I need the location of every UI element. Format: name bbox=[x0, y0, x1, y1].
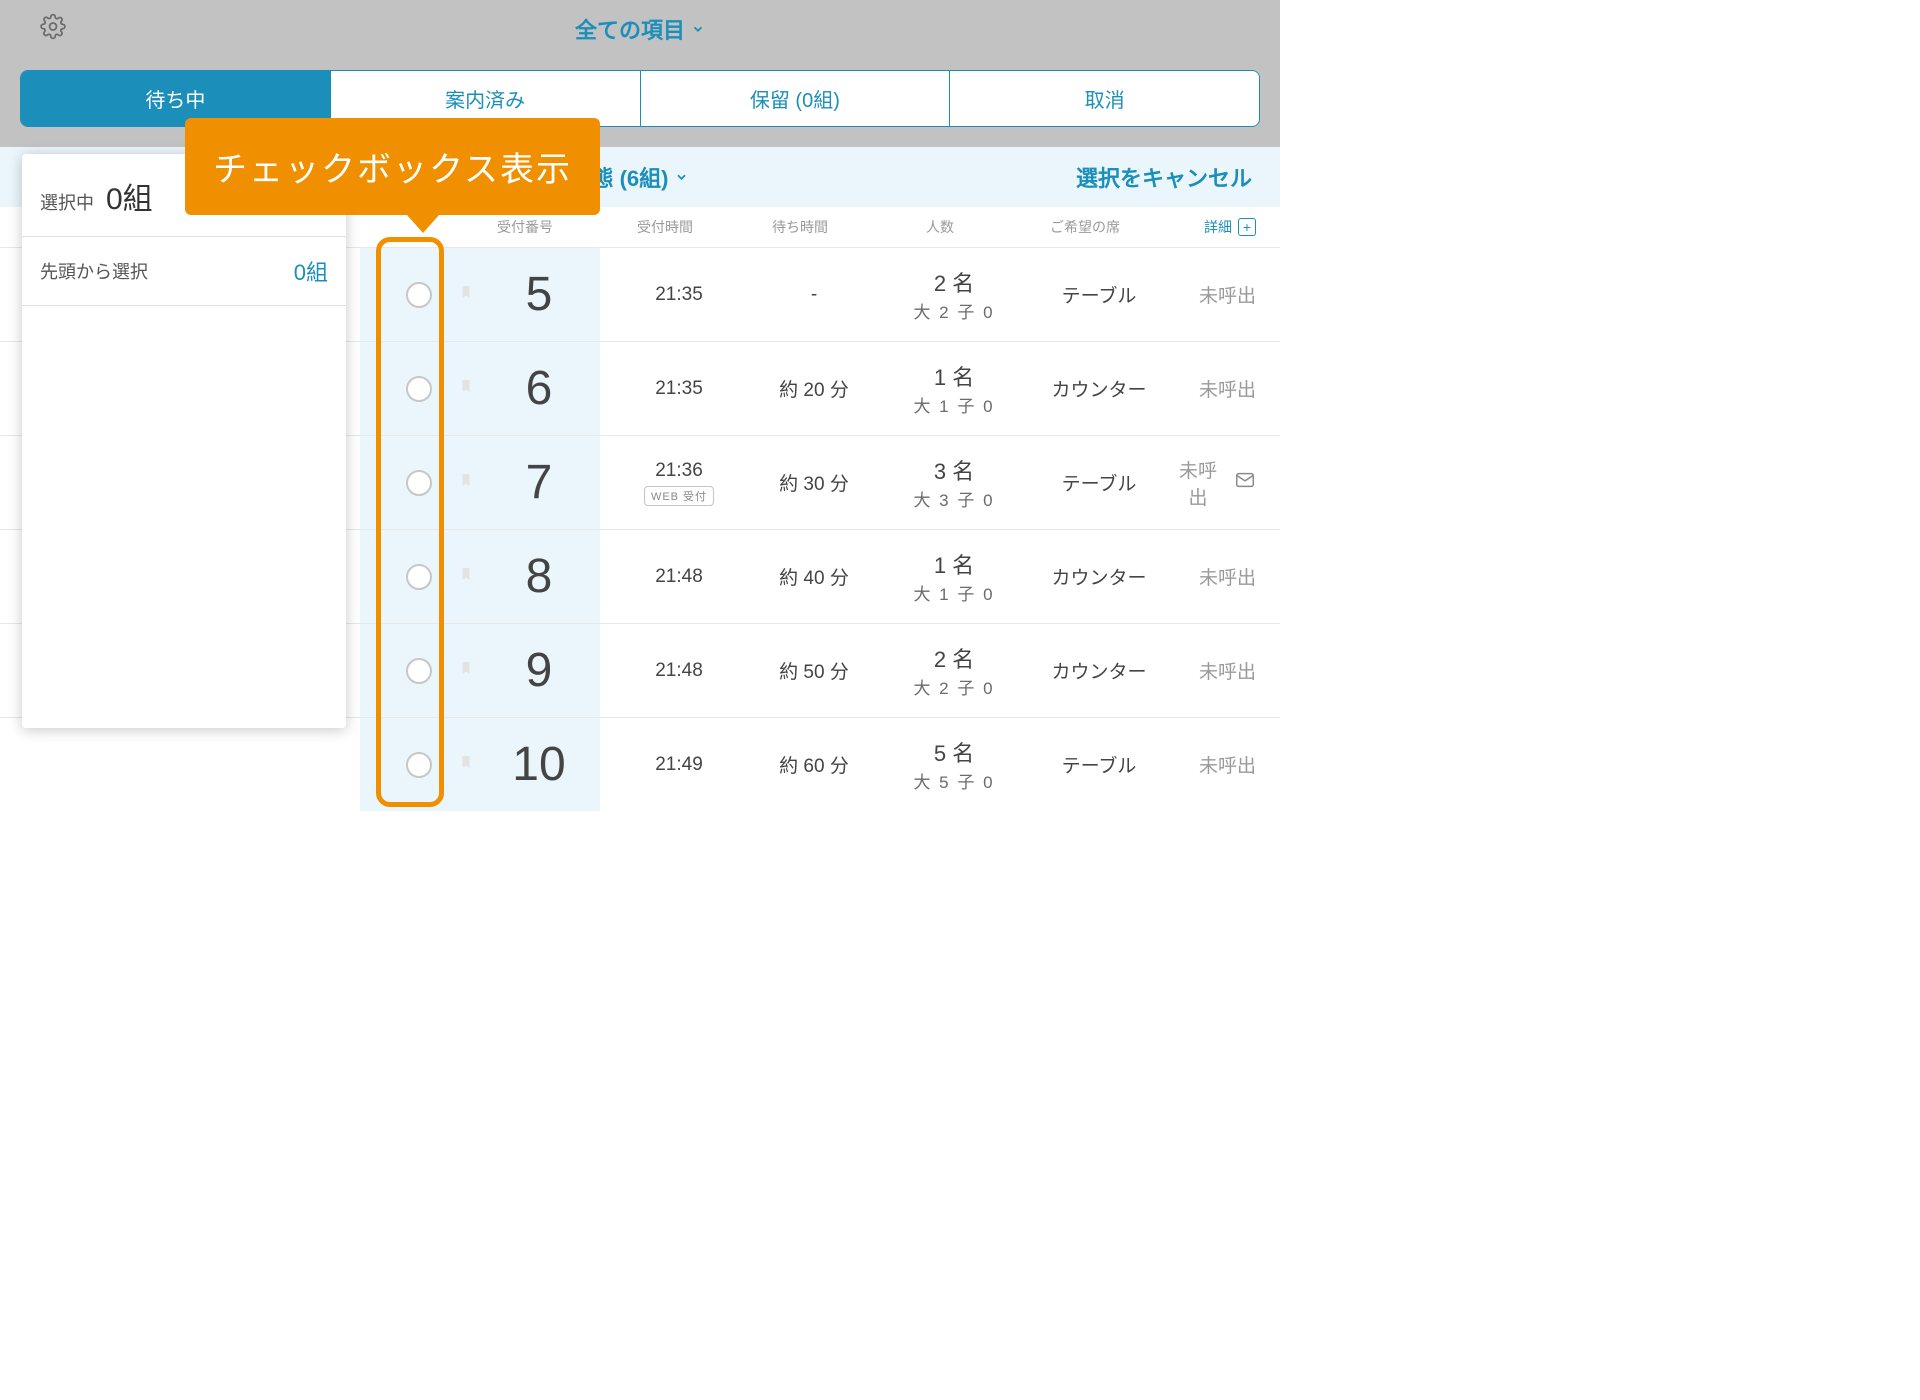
cancel-selection-button[interactable]: 選択をキャンセル bbox=[1076, 161, 1252, 193]
col-time-header: 受付時間 bbox=[600, 217, 730, 237]
select-from-top-label: 先頭から選択 bbox=[40, 258, 148, 284]
web-badge: WEB 受付 bbox=[644, 486, 714, 506]
receipt-time: 21:48 bbox=[614, 660, 744, 682]
party-breakdown: 大 5 子 0 bbox=[884, 768, 1024, 793]
status-filter-dropdown[interactable]: 態 (6組) bbox=[591, 161, 688, 193]
callout-text: チェックボックス表示 bbox=[213, 151, 572, 189]
receipt-number: 7 bbox=[526, 456, 553, 509]
wait-time: 約 50 分 bbox=[744, 657, 884, 684]
top-bar: 全ての項目 bbox=[0, 0, 1280, 58]
party-breakdown: 大 1 子 0 bbox=[884, 392, 1024, 417]
row-checkbox[interactable] bbox=[406, 752, 432, 778]
party-size: 2 名 bbox=[884, 642, 1024, 674]
call-status: 未呼出 bbox=[1199, 751, 1256, 778]
seat-preference: カウンター bbox=[1024, 563, 1174, 590]
tab-hold[interactable]: 保留 (0組) bbox=[641, 71, 951, 126]
wait-time: 約 30 分 bbox=[744, 469, 884, 496]
callout-tooltip: チェックボックス表示 bbox=[185, 118, 600, 215]
seat-preference: カウンター bbox=[1024, 657, 1174, 684]
row-checkbox[interactable] bbox=[406, 376, 432, 402]
seat-preference: テーブル bbox=[1024, 751, 1174, 778]
call-status: 未呼出 bbox=[1199, 281, 1256, 308]
party-breakdown: 大 1 子 0 bbox=[884, 580, 1024, 605]
party-breakdown: 大 3 子 0 bbox=[884, 486, 1024, 511]
select-from-top-count: 0組 bbox=[294, 255, 328, 287]
party-breakdown: 大 2 子 0 bbox=[884, 674, 1024, 699]
wait-time: 約 20 分 bbox=[744, 375, 884, 402]
col-number-header: 受付番号 bbox=[450, 217, 600, 237]
party-size: 2 名 bbox=[884, 266, 1024, 298]
party-breakdown: 大 2 子 0 bbox=[884, 298, 1024, 323]
receipt-time: 21:35 bbox=[614, 378, 744, 400]
row-checkbox[interactable] bbox=[406, 658, 432, 684]
status-filter-label: 態 (6組) bbox=[591, 161, 668, 193]
plus-icon[interactable]: + bbox=[1238, 218, 1256, 236]
tab-cancel[interactable]: 取消 bbox=[950, 71, 1259, 126]
seat-preference: カウンター bbox=[1024, 375, 1174, 402]
selected-label: 選択中 bbox=[40, 189, 94, 215]
seat-preference: テーブル bbox=[1024, 469, 1174, 496]
col-seat-header: ご希望の席 bbox=[1010, 217, 1160, 237]
receipt-time: 21:49 bbox=[614, 754, 744, 776]
selection-panel: 選択中 0組 先頭から選択 0組 bbox=[22, 154, 346, 728]
row-checkbox[interactable] bbox=[406, 282, 432, 308]
gear-icon[interactable] bbox=[40, 14, 66, 45]
row-checkbox[interactable] bbox=[406, 564, 432, 590]
party-size: 5 名 bbox=[884, 736, 1024, 768]
party-size: 1 名 bbox=[884, 548, 1024, 580]
receipt-time: 21:35 bbox=[614, 284, 744, 306]
party-size: 1 名 bbox=[884, 360, 1024, 392]
receipt-time: 21:48 bbox=[614, 566, 744, 588]
selected-count: 0組 bbox=[106, 174, 153, 218]
receipt-time: 21:36 bbox=[614, 460, 744, 482]
all-items-label: 全ての項目 bbox=[575, 13, 685, 45]
call-status: 未呼出 bbox=[1199, 375, 1256, 402]
party-size: 3 名 bbox=[884, 454, 1024, 486]
chevron-down-icon bbox=[691, 22, 705, 39]
col-people-header: 人数 bbox=[870, 217, 1010, 237]
col-wait-header: 待ち時間 bbox=[730, 217, 870, 237]
receipt-number: 5 bbox=[526, 268, 553, 321]
table-row[interactable]: 10 21:49約 60 分5 名大 5 子 0テーブル未呼出 bbox=[0, 717, 1280, 811]
all-items-dropdown[interactable]: 全ての項目 bbox=[575, 13, 705, 45]
select-from-top-row[interactable]: 先頭から選択 0組 bbox=[22, 237, 346, 306]
receipt-number: 10 bbox=[512, 738, 565, 791]
wait-time: 約 60 分 bbox=[744, 751, 884, 778]
seat-preference: テーブル bbox=[1024, 281, 1174, 308]
chevron-down-icon bbox=[675, 170, 689, 187]
call-status: 未呼出 bbox=[1199, 657, 1256, 684]
receipt-number: 8 bbox=[526, 550, 553, 603]
mail-icon[interactable] bbox=[1234, 469, 1256, 497]
row-checkbox[interactable] bbox=[406, 470, 432, 496]
receipt-number: 9 bbox=[526, 644, 553, 697]
wait-time: - bbox=[744, 284, 884, 306]
col-detail-header[interactable]: 詳細 bbox=[1204, 217, 1232, 237]
call-status: 未呼出 bbox=[1199, 563, 1256, 590]
call-status: 未呼出 bbox=[1174, 456, 1222, 510]
wait-time: 約 40 分 bbox=[744, 563, 884, 590]
receipt-number: 6 bbox=[526, 362, 553, 415]
